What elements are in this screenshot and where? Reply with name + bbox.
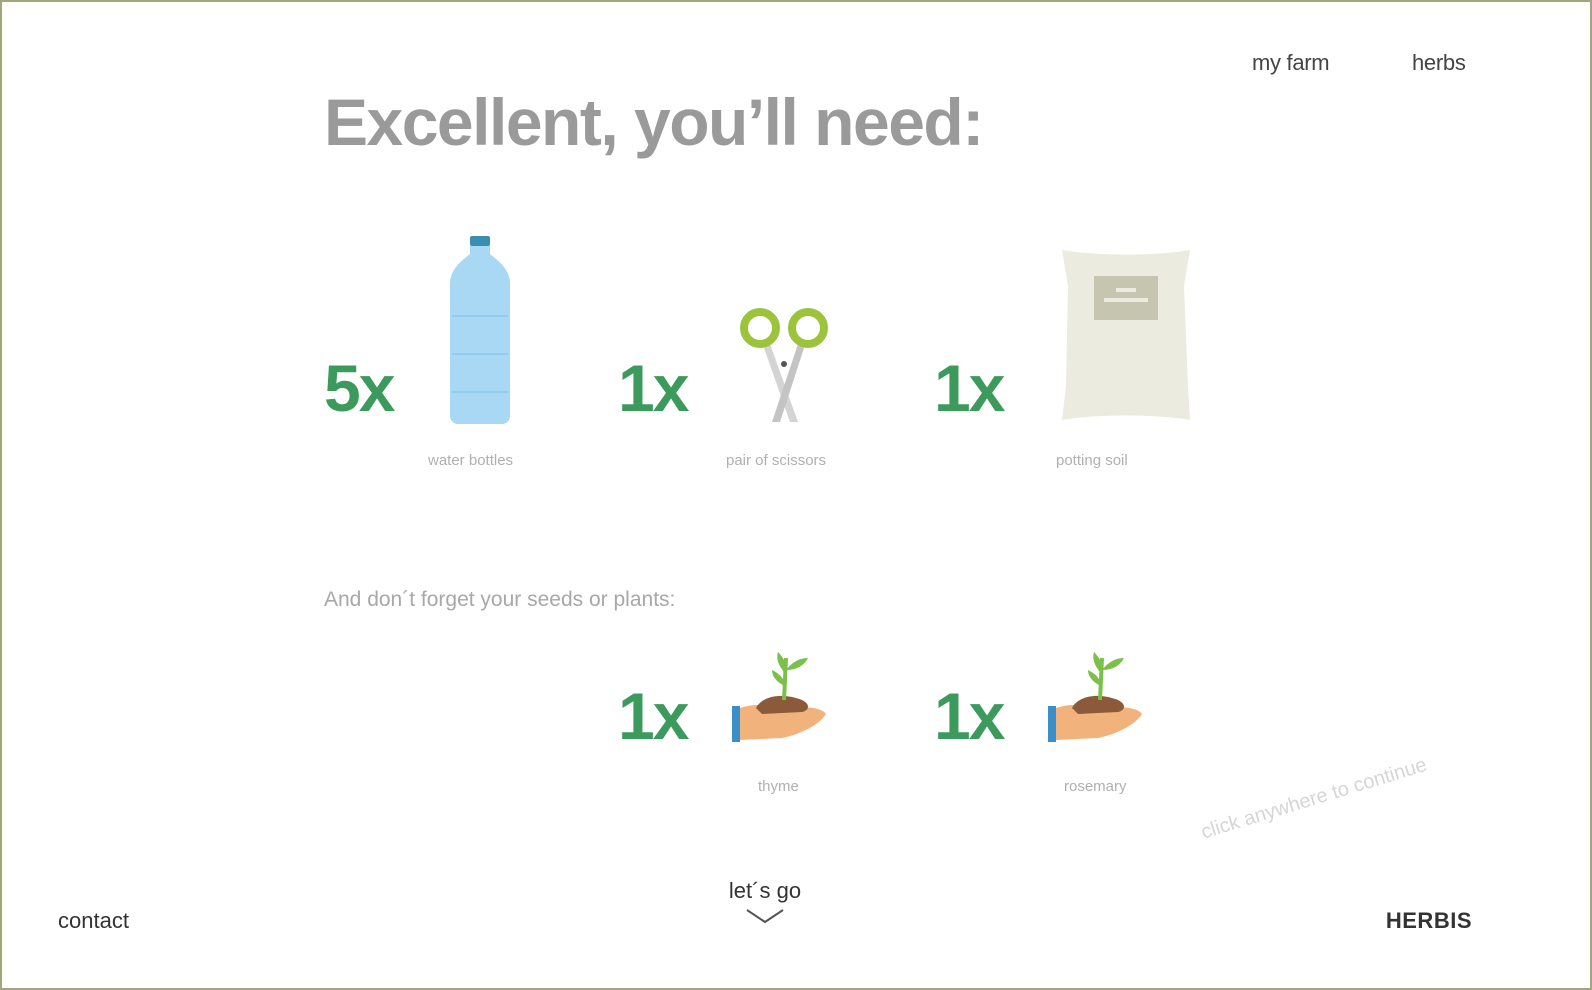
water-bottle-icon — [450, 236, 510, 424]
seeds-heading: And don´t forget your seeds or plants: — [324, 588, 676, 611]
seedling-in-hand-icon — [1048, 652, 1142, 742]
soil-bag-icon — [1062, 250, 1190, 420]
continue-hint: click anywhere to continue — [1198, 753, 1430, 844]
lets-go-button[interactable]: let´s go — [722, 878, 808, 924]
plant-quantity: 1x — [934, 679, 1005, 753]
plant-label: thyme — [758, 778, 799, 795]
scissors-icon — [740, 308, 828, 422]
supply-label: water bottles — [428, 452, 514, 469]
plant-label: rosemary — [1064, 778, 1127, 795]
chevron-down-icon — [746, 909, 784, 924]
supply-quantity: 5x — [324, 351, 395, 425]
supply-quantity: 1x — [618, 351, 689, 425]
page-title: Excellent, you’ll need: — [324, 85, 984, 159]
page-frame[interactable]: my farm herbs Excellent, you’ll need: 5x… — [0, 0, 1592, 990]
nav-herbs-link[interactable]: herbs — [1412, 50, 1466, 76]
supply-label: potting soil — [1056, 452, 1128, 469]
lets-go-label: let´s go — [728, 878, 802, 903]
nav-my-farm-link[interactable]: my farm — [1252, 50, 1330, 76]
plant-quantity: 1x — [618, 679, 689, 753]
brand-logo: HERBIS — [1385, 908, 1472, 933]
seedling-in-hand-icon — [732, 652, 826, 742]
contact-link[interactable]: contact — [58, 908, 129, 934]
supply-label: pair of scissors — [726, 452, 827, 469]
supply-quantity: 1x — [934, 351, 1005, 425]
